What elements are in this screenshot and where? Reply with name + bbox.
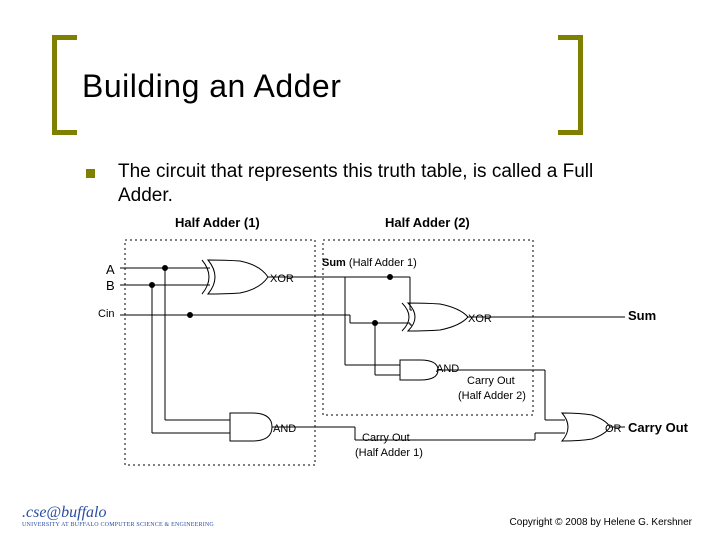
and1-label: AND xyxy=(273,423,296,435)
carry-ha1-paren: (Half Adder 1) xyxy=(355,447,423,459)
input-b-label: B xyxy=(106,278,115,293)
sum-ha1-text: Sum xyxy=(322,257,346,269)
full-adder-diagram: Half Adder (1) Half Adder (2) A B Cin XO… xyxy=(90,215,680,475)
logo-text: .cse@buffalo xyxy=(22,504,106,521)
slide: Building an Adder The circuit that repre… xyxy=(0,0,720,540)
bullet-icon xyxy=(86,169,95,178)
carry-ha2-paren: (Half Adder 2) xyxy=(458,390,526,402)
half-adder-2-label: Half Adder (2) xyxy=(385,215,470,230)
cse-buffalo-logo: .cse@buffalo UNIVERSITY AT BUFFALO COMPU… xyxy=(22,504,214,528)
input-a-label: A xyxy=(106,262,115,277)
sum-ha1-paren: (Half Adder 1) xyxy=(349,257,417,269)
bullet-text: The circuit that represents this truth t… xyxy=(118,160,630,208)
output-sum-label: Sum xyxy=(628,308,656,323)
xor2-label: XOR xyxy=(468,313,492,325)
title-bracket-right xyxy=(558,35,583,135)
title-bracket-left xyxy=(52,35,77,135)
carry-ha1-label: Carry Out xyxy=(362,432,410,444)
sum-ha1-label: Sum (Half Adder 1) xyxy=(322,257,417,269)
logo-subtext: UNIVERSITY AT BUFFALO COMPUTER SCIENCE &… xyxy=(22,522,214,528)
copyright-text: Copyright © 2008 by Helene G. Kershner xyxy=(510,517,692,528)
xor1-label: XOR xyxy=(270,273,294,285)
half-adder-1-label: Half Adder (1) xyxy=(175,215,260,230)
input-cin-label: Cin xyxy=(98,308,115,320)
slide-title: Building an Adder xyxy=(82,68,341,105)
or-label: OR xyxy=(605,423,622,435)
and2-label: AND xyxy=(436,363,459,375)
carry-ha2-label: Carry Out xyxy=(467,375,515,387)
output-carryout-label: Carry Out xyxy=(628,420,688,435)
